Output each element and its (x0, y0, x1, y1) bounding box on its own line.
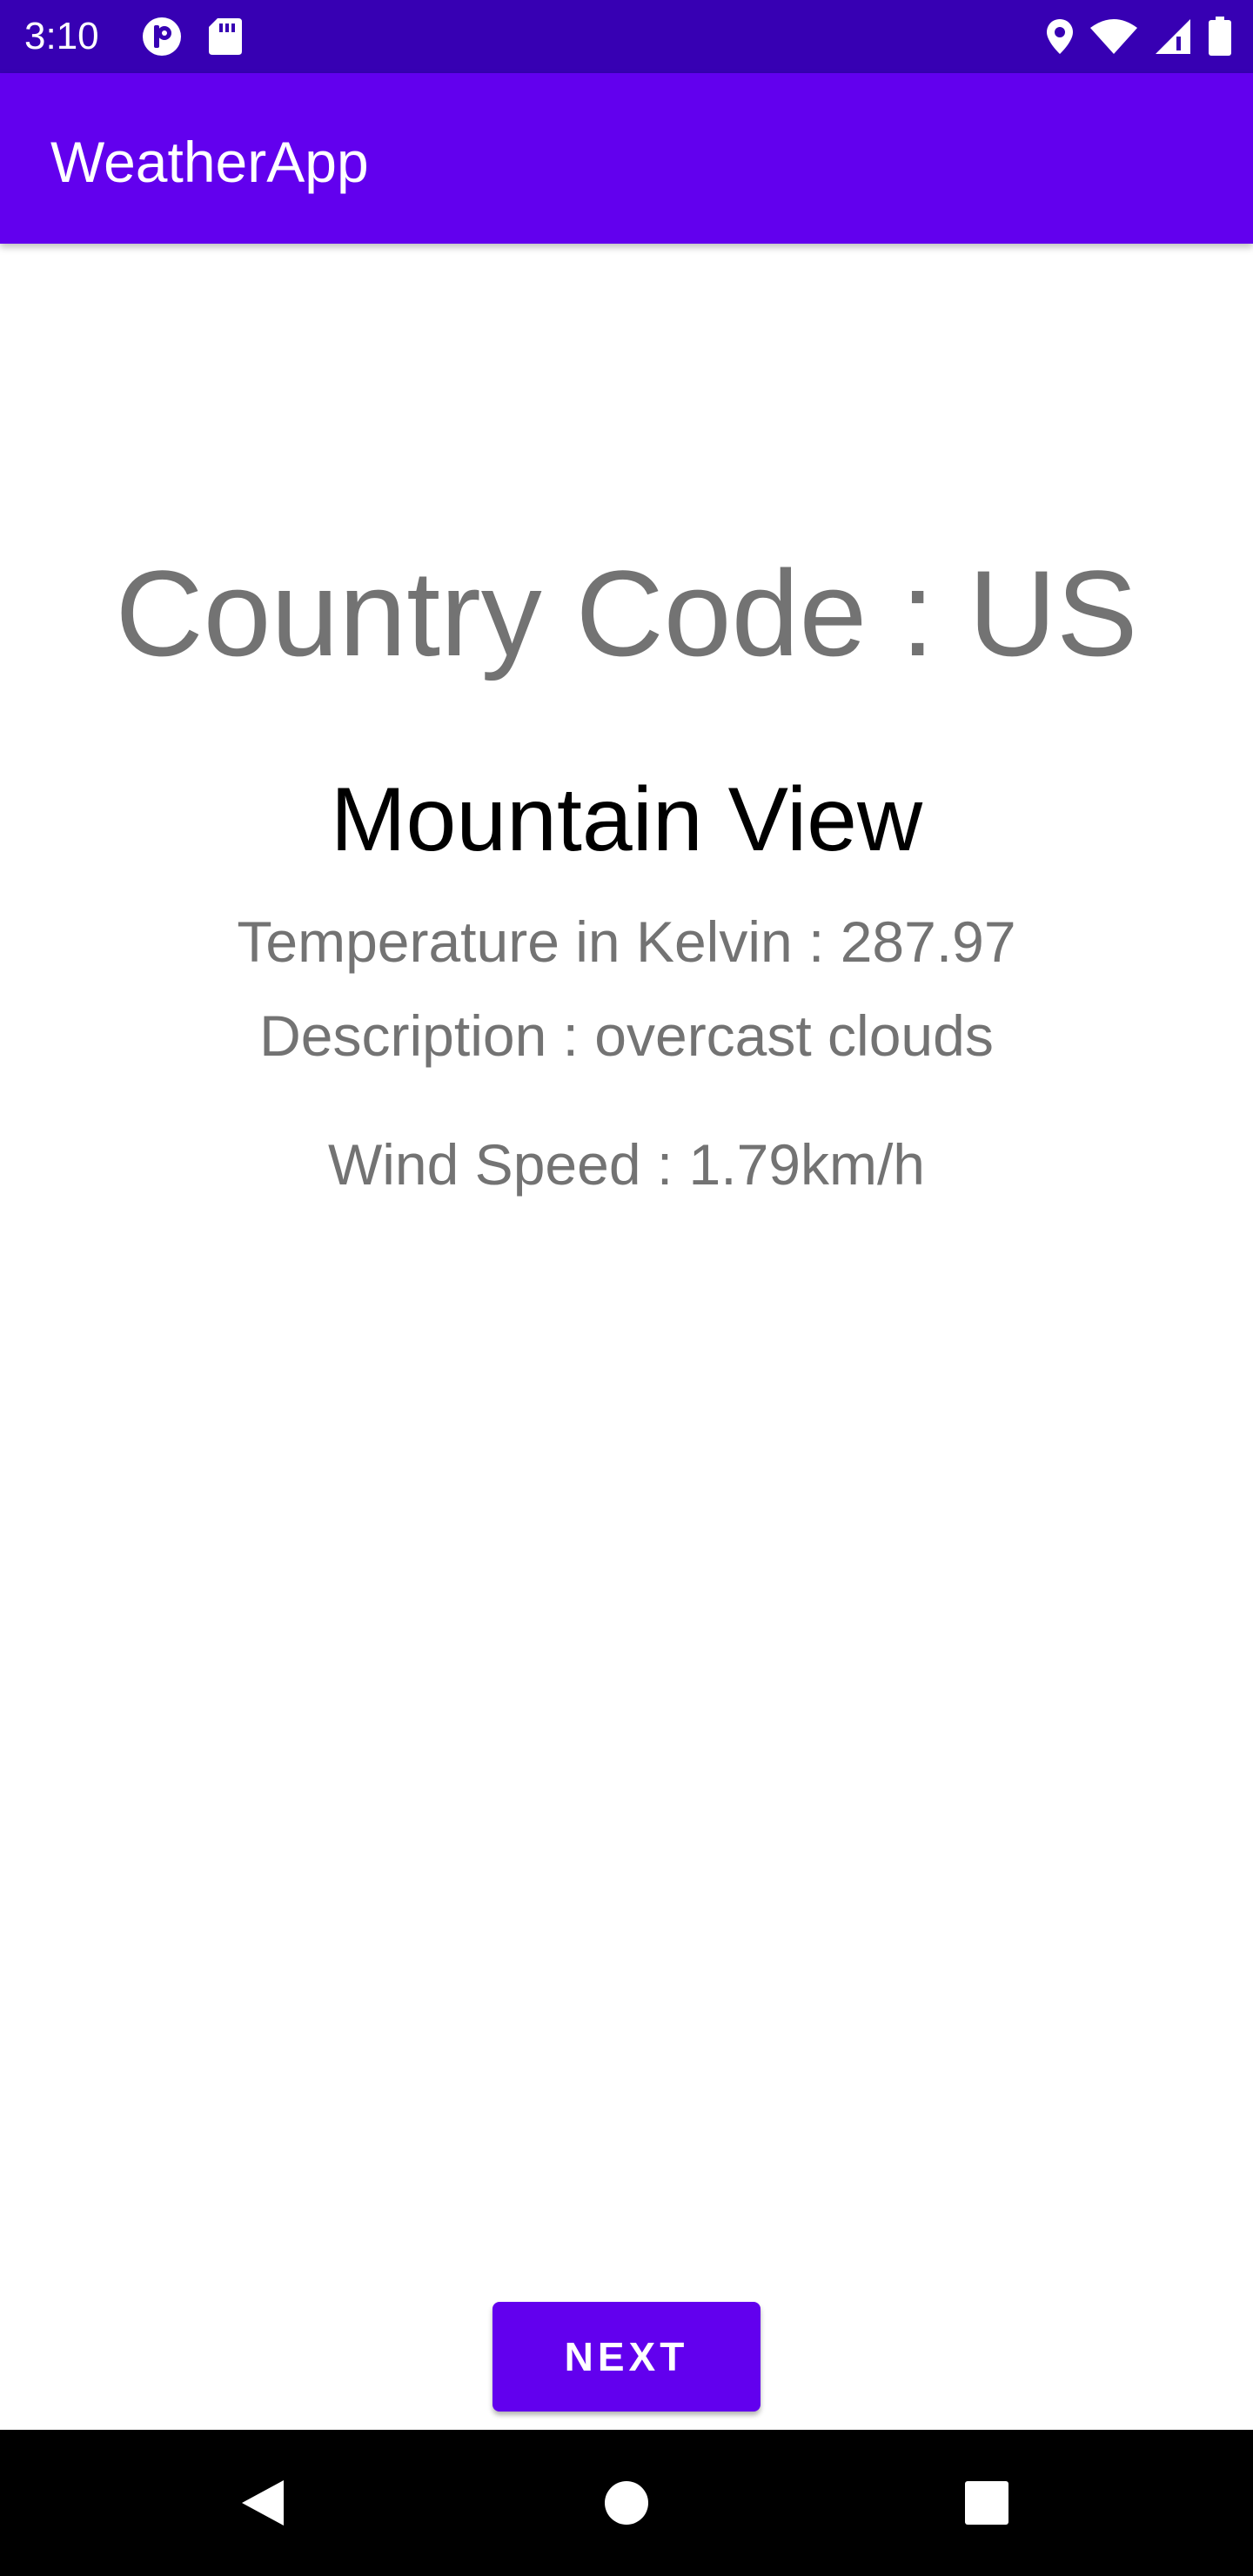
recents-icon[interactable] (961, 2477, 1013, 2529)
app-bar: WeatherApp (0, 73, 1253, 244)
status-bar: 3:10 (0, 0, 1253, 73)
signal-icon (1154, 17, 1192, 56)
weather-content: Country Code : US Mountain View Temperat… (0, 244, 1253, 2428)
country-code-label: Country Code : US (115, 545, 1138, 681)
home-icon[interactable] (600, 2477, 653, 2529)
battery-icon (1208, 17, 1232, 57)
app-title: WeatherApp (50, 130, 369, 194)
back-icon[interactable] (237, 2477, 289, 2529)
wifi-icon (1089, 17, 1138, 56)
notification-app-icon (141, 16, 183, 57)
wind-speed-label: Wind Speed : 1.79km/h (327, 1132, 926, 1197)
temperature-label: Temperature in Kelvin : 287.97 (237, 909, 1016, 974)
description-label: Description : overcast clouds (259, 1003, 994, 1068)
next-button[interactable]: NEXT (492, 2302, 761, 2412)
navigation-bar (0, 2430, 1253, 2576)
sd-card-icon (207, 17, 242, 57)
status-left-icons (141, 17, 242, 56)
status-time: 3:10 (24, 15, 99, 57)
location-icon (1046, 18, 1074, 55)
city-name: Mountain View (330, 769, 923, 870)
status-right-icons (1046, 16, 1232, 57)
weather-screen: 3:10 WeatherApp Country Code: US Mounta… (0, 0, 1253, 2576)
